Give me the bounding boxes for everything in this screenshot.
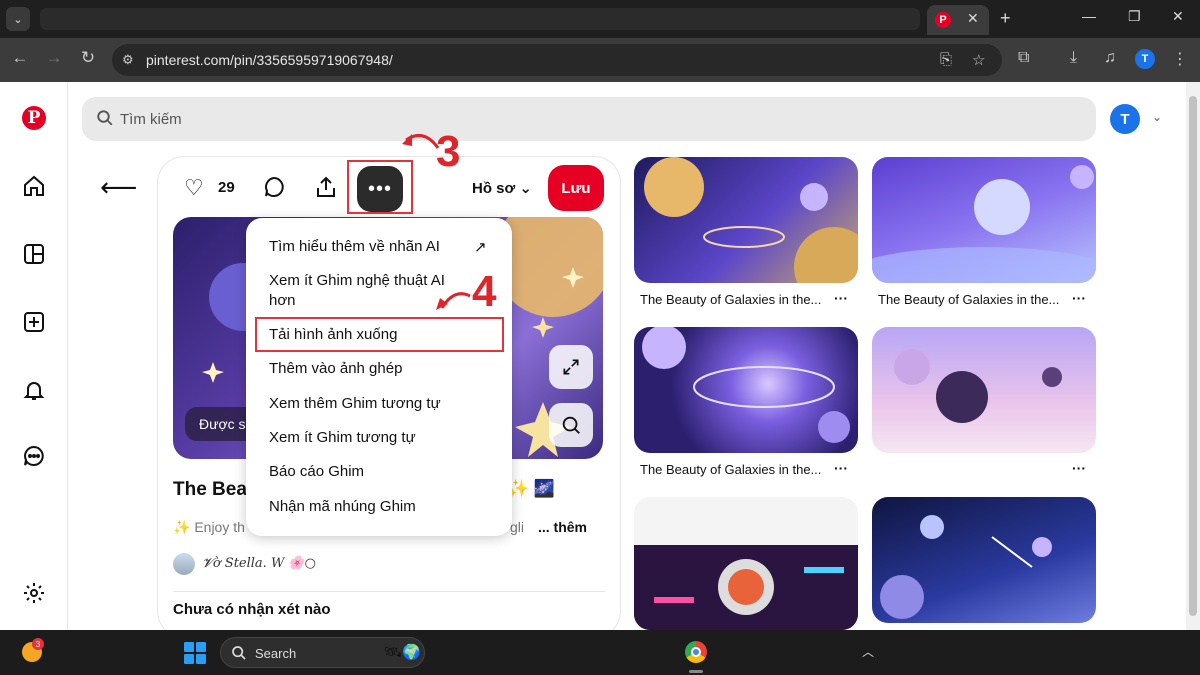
expand-icon[interactable] — [549, 345, 593, 389]
like-heart-icon[interactable]: ♡ — [184, 175, 204, 201]
more-options-menu: Tìm hiểu thêm về nhãn AI ↗ Xem ít Ghim n… — [246, 218, 512, 536]
page-scrollbar[interactable] — [1186, 82, 1200, 630]
feed-pin-image[interactable] — [634, 327, 858, 453]
pin-title-emoji: ✨ 🌌 — [508, 479, 556, 498]
tab-close-icon[interactable]: ✕ — [967, 10, 979, 27]
feed-pin-caption[interactable]: The Beauty of Galaxies in the... — [878, 292, 1068, 307]
active-app-indicator — [689, 670, 703, 673]
galaxy-thumbnail — [894, 349, 1062, 423]
notifications-bell-icon[interactable] — [20, 376, 48, 404]
back-arrow-icon[interactable]: ⟵ — [100, 172, 137, 203]
scroll-thumb[interactable] — [1189, 96, 1197, 616]
search-placeholder: Tìm kiếm — [120, 111, 182, 128]
account-chevron-down-icon[interactable]: ⌄ — [1152, 110, 1162, 124]
profile-board-select[interactable]: Hồ sơ ⌄ — [472, 179, 532, 197]
feed-pin-image[interactable] — [872, 157, 1096, 283]
galaxy-thumbnail — [872, 165, 1096, 283]
windows-taskbar: 3 Search 🛰🌍 ︿ — [0, 630, 1200, 675]
profile-board-label: Hồ sơ — [472, 180, 516, 197]
pinterest-favicon-icon: P — [935, 12, 951, 28]
feed-pin-image[interactable] — [872, 497, 1096, 623]
tab-search-chevron-icon[interactable]: ⌄ — [6, 7, 30, 31]
comments-heading: Chưa có nhận xét nào — [173, 601, 331, 618]
description-more-link[interactable]: ... thêm — [538, 519, 587, 535]
browser-profile-avatar[interactable]: T — [1135, 49, 1155, 69]
feed-pin-image[interactable] — [634, 497, 858, 630]
visual-search-icon[interactable] — [549, 403, 593, 447]
divider — [173, 591, 605, 592]
galaxy-thumbnail — [644, 157, 858, 283]
menu-item-see-more-similar[interactable]: Xem thêm Ghim tương tự — [269, 394, 441, 414]
sidebar: P — [0, 82, 68, 630]
inactive-tab-area — [40, 8, 920, 30]
system-tray-chevron-icon[interactable]: ︿ — [862, 643, 874, 660]
extensions-icon[interactable]: ⧉ — [1018, 49, 1029, 67]
home-icon[interactable] — [20, 172, 48, 200]
windows-start-icon[interactable] — [184, 642, 206, 664]
search-input[interactable]: Tìm kiếm — [82, 97, 1096, 141]
feed-pin-caption[interactable]: The Beauty of Galaxies in the... — [640, 462, 830, 477]
close-window-icon[interactable]: ✕ — [1172, 8, 1184, 25]
like-count: 29 — [218, 179, 235, 196]
url-text: pinterest.com/pin/33565959719067948/ — [146, 52, 393, 68]
reload-icon[interactable]: ↻ — [76, 48, 100, 68]
tab-strip: ⌄ P ✕ + — ❐ ✕ — [0, 0, 1200, 38]
comment-icon[interactable] — [262, 175, 286, 199]
step3-highlight-box — [347, 160, 413, 214]
feed-pin-more-icon[interactable]: ··· — [1072, 290, 1086, 306]
feed-pin-more-icon[interactable]: ··· — [834, 290, 848, 306]
menu-item-add-to-collage[interactable]: Thêm vào ảnh ghép — [269, 359, 402, 379]
external-link-icon: ↗ — [474, 239, 487, 256]
step4-arrow-icon — [436, 292, 471, 310]
menu-item-learn-ai-label[interactable]: Tìm hiểu thêm về nhãn AI — [269, 237, 440, 257]
feed-pin-image[interactable] — [634, 157, 858, 283]
step4-label: 4 — [472, 267, 497, 316]
astronaut-thumbnail — [634, 545, 858, 630]
pin-description: ✨ Enjoy th — [173, 519, 245, 535]
menu-item-get-embed-code[interactable]: Nhận mã nhúng Ghim — [269, 497, 416, 517]
settings-gear-icon[interactable] — [20, 579, 48, 607]
author-avatar[interactable] — [173, 553, 195, 575]
menu-item-see-less-similar[interactable]: Xem ít Ghim tương tự — [269, 428, 416, 448]
taskbar-search-icon — [232, 646, 246, 660]
step3-label: 3 — [436, 127, 461, 176]
pin-description-tail: gli — [510, 519, 525, 535]
new-tab-icon[interactable]: + — [1000, 8, 1011, 28]
feed-pin-more-icon[interactable]: ··· — [834, 460, 848, 476]
feed-pin-caption[interactable]: The Beauty of Galaxies in the... — [640, 292, 830, 307]
browser-menu-icon[interactable]: ⋮ — [1172, 49, 1188, 69]
feed-pin-image[interactable] — [872, 327, 1096, 453]
forward-icon[interactable]: → — [42, 48, 66, 68]
author-name[interactable]: 𝓥ờ 𝑆𝑡𝑒𝑙𝑙𝑎. 𝑊 🌸○ — [202, 556, 316, 571]
feed-pin-more-icon[interactable]: ··· — [1072, 460, 1086, 476]
menu-item-report-pin[interactable]: Báo cáo Ghim — [269, 462, 364, 482]
chrome-taskbar-icon[interactable] — [685, 641, 707, 663]
address-bar[interactable]: ⚙ pinterest.com/pin/33565959719067948/ ⎘… — [112, 44, 1002, 76]
install-app-icon[interactable]: ⎘ — [940, 51, 952, 68]
save-button[interactable]: Lưu — [548, 165, 604, 211]
widget-badge: 3 — [32, 638, 44, 650]
tab-pinterest[interactable]: P ✕ — [927, 5, 989, 35]
create-icon[interactable] — [20, 308, 48, 336]
back-icon[interactable]: ← — [8, 48, 32, 68]
media-controls-icon[interactable]: ♫ — [1104, 49, 1116, 67]
pinterest-logo-icon[interactable]: P — [22, 106, 46, 130]
minimize-icon[interactable]: — — [1082, 8, 1096, 24]
messages-icon[interactable] — [20, 442, 48, 470]
taskbar-search-box[interactable]: Search 🛰🌍 — [220, 637, 425, 668]
maximize-icon[interactable]: ❐ — [1128, 8, 1141, 25]
taskbar-search-label: Search — [255, 646, 297, 661]
explore-icon[interactable] — [20, 240, 48, 268]
download-icon[interactable]: ⤓ — [1070, 49, 1077, 67]
site-info-icon[interactable]: ⚙ — [122, 52, 134, 68]
galaxy-thumbnail — [642, 327, 850, 443]
bookmark-star-icon[interactable]: ☆ — [972, 51, 985, 69]
step4-highlight-box — [255, 317, 504, 352]
browser-toolbar: ← → ↻ ⚙ pinterest.com/pin/33565959719067… — [0, 38, 1200, 82]
search-highlight-icon: 🛰🌍 — [383, 644, 421, 661]
share-icon[interactable] — [314, 175, 338, 199]
galaxy-thumbnail — [880, 515, 1052, 619]
search-icon — [97, 110, 113, 126]
user-avatar[interactable]: T — [1110, 104, 1140, 134]
